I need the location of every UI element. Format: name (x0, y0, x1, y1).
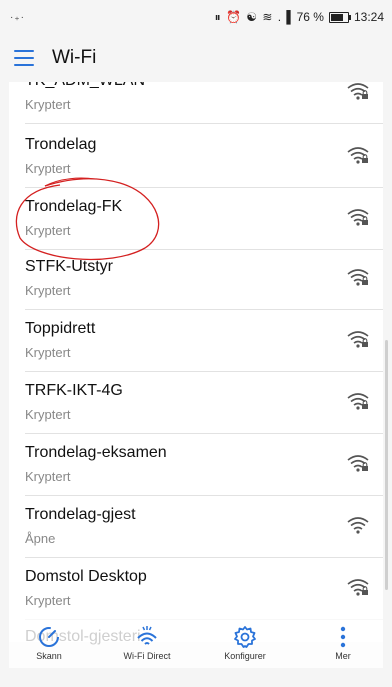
network-security-status: Kryptert (25, 97, 71, 112)
notification-icon: ·₊· (10, 11, 25, 23)
network-row[interactable]: Trondelag-eksamen Kryptert (9, 434, 383, 496)
wifi-icon (347, 517, 369, 534)
network-row[interactable]: Domstol Desktop Kryptert (9, 558, 383, 620)
network-security-status: Kryptert (25, 469, 71, 484)
network-security-status: Kryptert (25, 283, 71, 298)
bottom-toolbar: Skann Wi-Fi Direct Konfigurer Mer (0, 618, 392, 664)
battery-icon (328, 11, 351, 23)
page-title: Wi-Fi (52, 47, 97, 68)
scan-label: Skann (36, 651, 62, 661)
wifi-locked-icon (347, 393, 369, 410)
network-name: STFK-Utstyr (25, 258, 113, 275)
network-name: TK_ADM_WLAN (25, 82, 145, 90)
status-bar: ·₊· ⏸ ⏰ ☯ ≋ .▐ 76 % 13:24 (0, 0, 392, 34)
configure-label: Konfigurer (224, 651, 266, 661)
network-name: Trondelag-eksamen (25, 444, 167, 461)
network-list: TK_ADM_WLANKryptertTrondelagKryptertTron… (9, 82, 383, 642)
status-icons: ⏸ ⏰ ☯ ≋ .▐ (214, 9, 292, 24)
wifi-locked-icon (347, 147, 369, 164)
wifi-locked-icon (347, 331, 369, 348)
network-security-status: Kryptert (25, 161, 71, 176)
wifi-locked-icon (347, 209, 369, 226)
more-button[interactable]: Mer (303, 625, 383, 661)
network-security-status: Kryptert (25, 223, 71, 238)
scrollbar[interactable] (385, 340, 388, 590)
network-row[interactable]: Trondelag Kryptert (9, 126, 383, 188)
network-security-status: Kryptert (25, 345, 71, 360)
network-row[interactable]: Trondelag-gjest Åpne (9, 496, 383, 558)
wifi-locked-icon (347, 455, 369, 472)
network-row[interactable]: Trondelag-FK Kryptert (9, 188, 383, 250)
more-vertical-icon (340, 626, 346, 648)
battery-text: 76 % (296, 10, 324, 24)
scan-button[interactable]: Skann (9, 625, 89, 661)
configure-button[interactable]: Konfigurer (205, 625, 285, 661)
network-name: Domstol Desktop (25, 568, 147, 585)
wifi-locked-icon (347, 579, 369, 596)
hamburger-menu-icon[interactable] (14, 50, 34, 66)
gear-icon (234, 626, 256, 648)
network-security-status: Kryptert (25, 593, 71, 608)
wifi-direct-icon (137, 626, 157, 645)
network-name: Trondelag-gjest (25, 506, 136, 523)
more-label: Mer (335, 651, 351, 661)
network-name: Trondelag (25, 136, 97, 153)
network-name: TRFK-IKT-4G (25, 382, 123, 399)
scan-icon (39, 627, 59, 647)
network-name: Trondelag-FK (25, 198, 123, 215)
wifi-direct-label: Wi-Fi Direct (123, 651, 171, 661)
wifi-direct-button[interactable]: Wi-Fi Direct (107, 625, 187, 661)
network-row[interactable]: STFK-Utstyr Kryptert (9, 248, 383, 310)
network-security-status: Kryptert (25, 407, 71, 422)
row-divider (25, 123, 383, 124)
wifi-locked-icon (347, 269, 369, 286)
wifi-locked-icon (347, 83, 369, 100)
status-indicators: ⏸ ⏰ ☯ ≋ .▐ 76 % 13:24 (215, 10, 384, 25)
network-name: Toppidrett (25, 320, 96, 337)
clock: 13:24 (353, 10, 384, 24)
title-bar: Wi-Fi (0, 34, 392, 82)
network-security-status: Åpne (25, 531, 56, 546)
network-row[interactable]: TRFK-IKT-4G Kryptert (9, 372, 383, 434)
network-row[interactable]: Toppidrett Kryptert (9, 310, 383, 372)
network-row[interactable]: TK_ADM_WLAN Kryptert (9, 82, 383, 124)
